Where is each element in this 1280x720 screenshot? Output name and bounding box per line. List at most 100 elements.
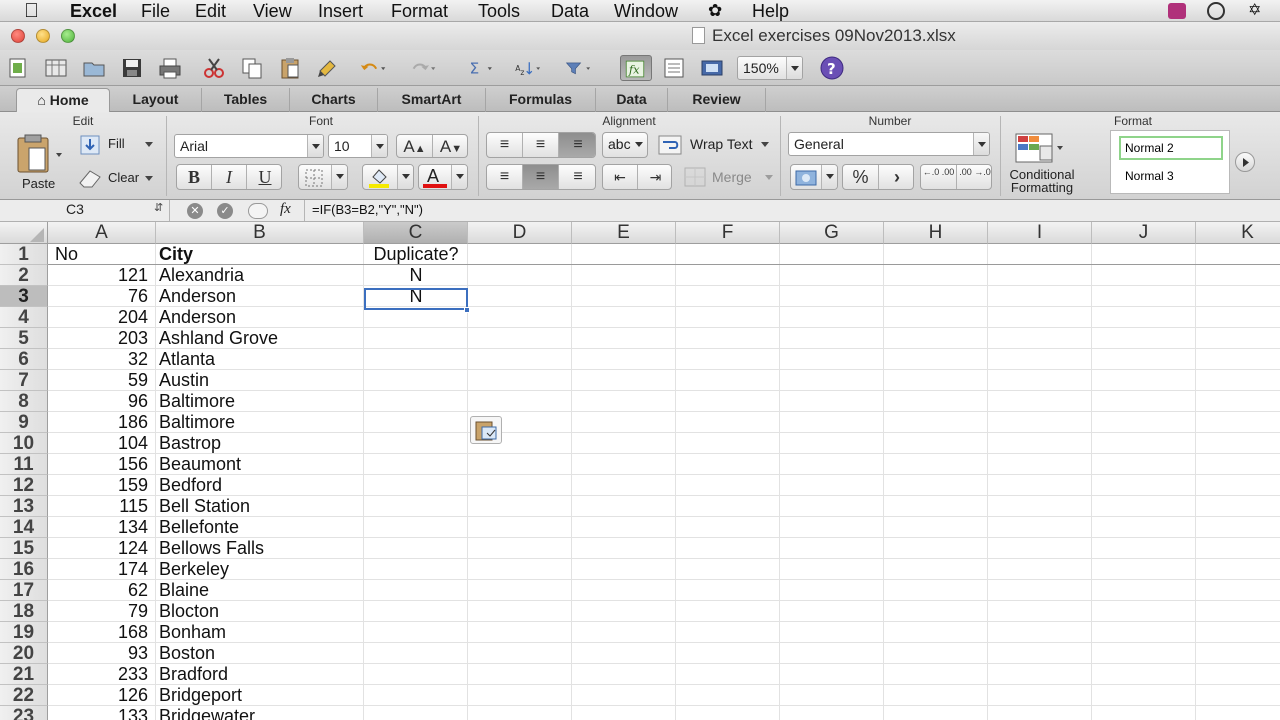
column-header-h[interactable]: H	[884, 222, 988, 244]
cell-a[interactable]: 133	[50, 706, 154, 720]
paste-button[interactable]: Paste	[12, 134, 68, 196]
style-normal-3[interactable]: Normal 3	[1119, 165, 1223, 189]
cell-b[interactable]: Bell Station	[159, 496, 363, 517]
cell-c[interactable]: Duplicate?	[364, 244, 468, 265]
cell-b[interactable]: Boston	[159, 643, 363, 664]
menu-view[interactable]: View	[253, 0, 292, 22]
cell-c[interactable]	[364, 433, 468, 454]
paste-options-button[interactable]	[470, 416, 502, 444]
formula-builder-icon[interactable]	[248, 203, 268, 219]
tab-data[interactable]: Data	[596, 88, 668, 112]
column-header-c[interactable]: C	[364, 222, 468, 244]
cell-a[interactable]: 115	[50, 496, 154, 517]
redo-icon[interactable]	[408, 55, 448, 81]
cell-b[interactable]: Atlanta	[159, 349, 363, 370]
cut-icon[interactable]	[200, 55, 228, 81]
format-painter-icon[interactable]	[314, 55, 342, 81]
formula-input[interactable]: =IF(B3=B2,"Y","N")	[312, 202, 423, 217]
row-header[interactable]: 3	[0, 286, 48, 307]
cell-c[interactable]	[364, 622, 468, 643]
tab-home[interactable]: ⌂ Home	[16, 88, 110, 112]
cell-c[interactable]	[364, 664, 468, 685]
cell-b[interactable]: Bonham	[159, 622, 363, 643]
cell-c[interactable]	[364, 496, 468, 517]
fill-button[interactable]: Fill	[78, 134, 158, 156]
fill-color-button[interactable]	[362, 164, 414, 190]
column-header-d[interactable]: D	[468, 222, 572, 244]
row-header[interactable]: 14	[0, 517, 48, 538]
new-workbook-icon[interactable]	[4, 55, 32, 81]
style-normal-2[interactable]: Normal 2	[1119, 136, 1223, 160]
align-right-icon[interactable]: ≡	[559, 165, 595, 189]
tab-layout[interactable]: Layout	[110, 88, 202, 112]
fill-handle[interactable]	[464, 307, 470, 313]
cell-a[interactable]: 96	[50, 391, 154, 412]
cell-a[interactable]: 93	[50, 643, 154, 664]
cell-a[interactable]: 76	[50, 286, 154, 307]
row-header[interactable]: 5	[0, 328, 48, 349]
cell-c[interactable]: N	[364, 265, 468, 286]
save-icon[interactable]	[118, 55, 146, 81]
row-header[interactable]: 19	[0, 622, 48, 643]
cell-a[interactable]: 59	[50, 370, 154, 391]
toolbox-icon[interactable]	[660, 55, 688, 81]
row-header[interactable]: 18	[0, 601, 48, 622]
menu-excel[interactable]: Excel	[70, 0, 117, 22]
align-middle-icon[interactable]: ≡	[523, 133, 559, 157]
menu-window[interactable]: Window	[614, 0, 678, 22]
cell-b[interactable]: Bellefonte	[159, 517, 363, 538]
row-header[interactable]: 2	[0, 265, 48, 286]
row-header[interactable]: 6	[0, 349, 48, 370]
cell-c[interactable]	[364, 349, 468, 370]
zoom-select[interactable]: 150%	[737, 56, 803, 80]
decrease-indent-icon[interactable]: ⇤	[603, 165, 638, 189]
cell-b[interactable]: Berkeley	[159, 559, 363, 580]
row-header[interactable]: 9	[0, 412, 48, 433]
column-header-f[interactable]: F	[676, 222, 780, 244]
function-icon[interactable]: fx	[620, 55, 652, 81]
spreadsheet-grid[interactable]: ABCDEFGHIJK 1 No City Duplicate? 2 121 Alexand…	[0, 222, 1280, 720]
conditional-formatting-button[interactable]: Conditional Formatting	[1002, 130, 1080, 198]
cell-b[interactable]: Baltimore	[159, 391, 363, 412]
cell-a[interactable]: No	[55, 244, 155, 265]
chevron-right-icon[interactable]	[1235, 152, 1255, 172]
row-header[interactable]: 4	[0, 307, 48, 328]
column-header-b[interactable]: B	[156, 222, 364, 244]
time-machine-icon[interactable]	[1207, 2, 1225, 20]
cell-c[interactable]	[364, 517, 468, 538]
increase-decimal-button[interactable]: ←.0 .00	[921, 165, 957, 189]
tab-tables[interactable]: Tables	[202, 88, 290, 112]
cell-b[interactable]: City	[159, 244, 363, 265]
row-header[interactable]: 1	[0, 244, 48, 265]
script-icon[interactable]: ✿	[708, 0, 722, 22]
cell-a[interactable]: 204	[50, 307, 154, 328]
cell-c[interactable]	[364, 307, 468, 328]
app-status-icon[interactable]	[1168, 3, 1186, 19]
cell-a[interactable]: 156	[50, 454, 154, 475]
cell-a[interactable]: 32	[50, 349, 154, 370]
font-color-button[interactable]: A	[418, 164, 468, 190]
cell-c[interactable]	[364, 643, 468, 664]
row-header[interactable]: 7	[0, 370, 48, 391]
close-window-icon[interactable]	[11, 29, 25, 43]
cell-a[interactable]: 159	[50, 475, 154, 496]
undo-icon[interactable]	[358, 55, 398, 81]
borders-button[interactable]	[298, 164, 348, 190]
cell-a[interactable]: 134	[50, 517, 154, 538]
tab-review[interactable]: Review	[668, 88, 766, 112]
decrease-decimal-button[interactable]: .00 →.0	[957, 165, 991, 189]
gallery-icon[interactable]	[698, 55, 726, 81]
comma-style-button[interactable]: ›	[879, 165, 913, 189]
menu-data[interactable]: Data	[551, 0, 589, 22]
row-header[interactable]: 8	[0, 391, 48, 412]
column-header-k[interactable]: K	[1196, 222, 1280, 244]
currency-format-button[interactable]	[790, 164, 838, 190]
column-header-g[interactable]: G	[780, 222, 884, 244]
percent-button[interactable]: %	[843, 165, 879, 189]
cell-c[interactable]	[364, 601, 468, 622]
menu-insert[interactable]: Insert	[318, 0, 363, 22]
cell-b[interactable]: Bradford	[159, 664, 363, 685]
row-header[interactable]: 21	[0, 664, 48, 685]
cell-c[interactable]	[364, 454, 468, 475]
row-header[interactable]: 23	[0, 706, 48, 720]
